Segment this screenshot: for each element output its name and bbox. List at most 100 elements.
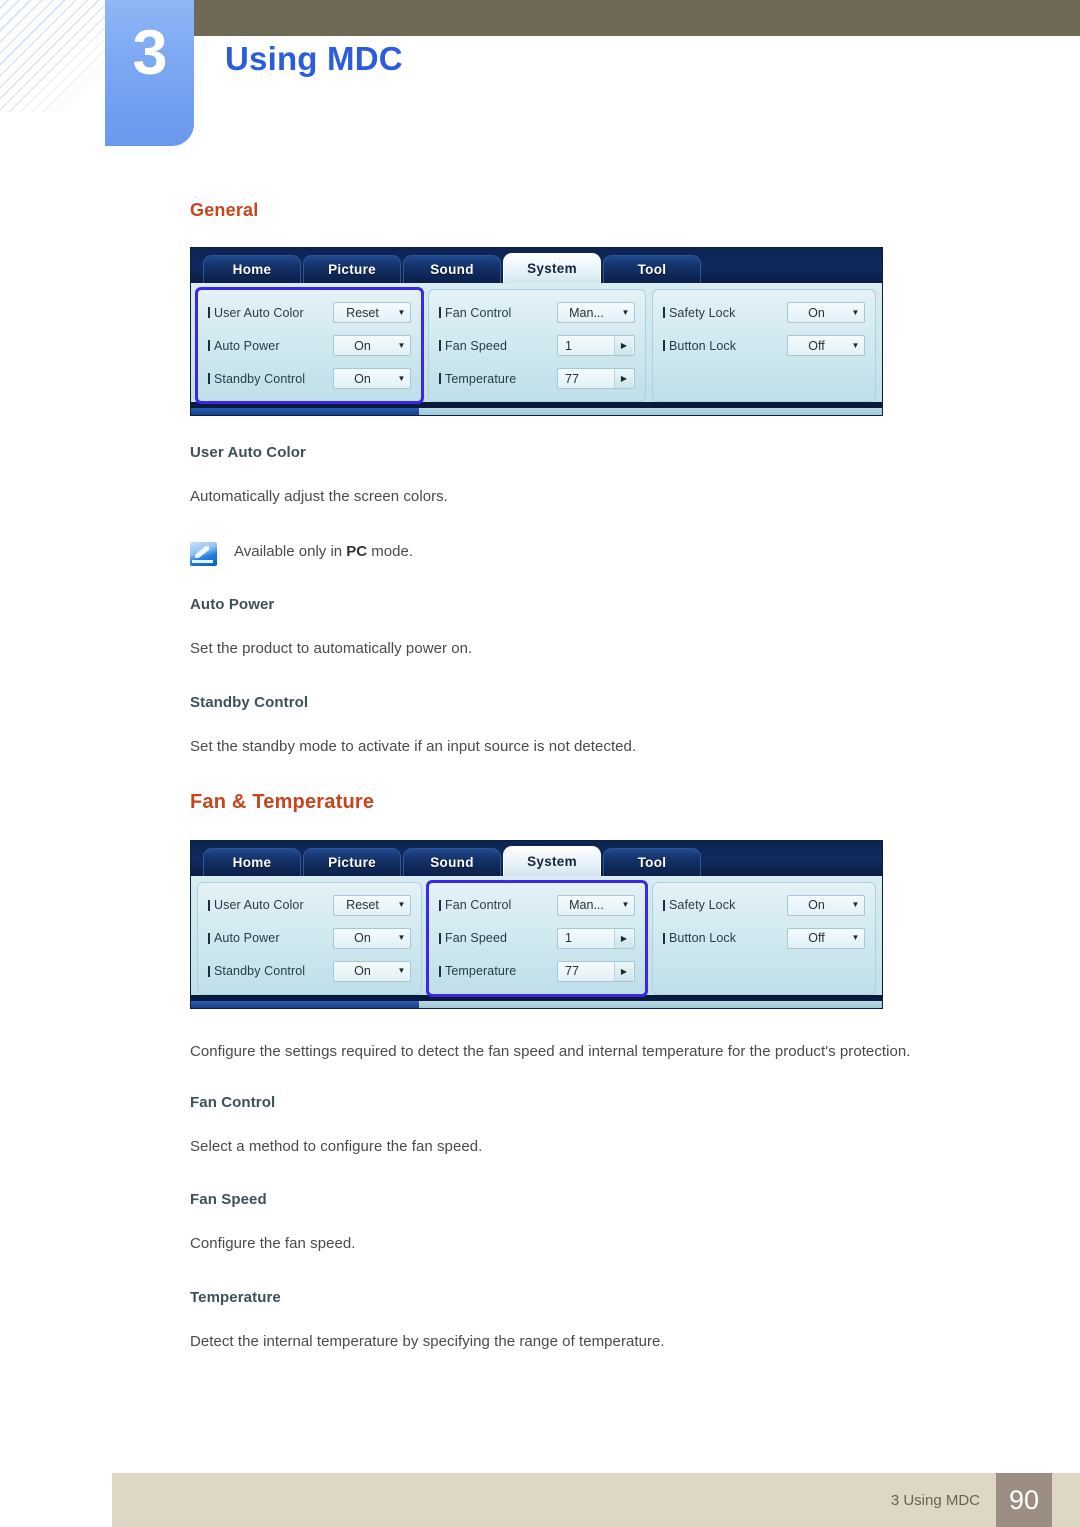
page-title: Using MDC — [225, 40, 403, 77]
bullet-bar-icon — [208, 307, 210, 318]
mdc-group-fan-temperature: Fan Control Man... ▼ Fan Speed 1 ▶ Tempe… — [426, 879, 648, 997]
mdc-dropdown-standby-control[interactable]: On ▼ — [333, 368, 411, 389]
bullet-bar-icon — [208, 340, 210, 351]
mdc-dropdown-standby-control[interactable]: On ▼ — [333, 960, 411, 982]
note-text: Available only in PC mode. — [234, 541, 413, 564]
mdc-dropdown-button-lock[interactable]: Off ▼ — [787, 927, 865, 949]
mdc-tab-picture[interactable]: Picture — [303, 847, 401, 876]
body-fan-control: Select a method to configure the fan spe… — [190, 1138, 483, 1155]
mdc-spinner-fan-speed[interactable]: 1 ▶ — [557, 927, 635, 949]
mdc-row-temperature: Temperature 77 ▶ — [439, 367, 635, 390]
mdc-dropdown-auto-power[interactable]: On ▼ — [333, 335, 411, 356]
mdc-tab-home[interactable]: Home — [203, 847, 301, 876]
mdc-row-safety-lock: Safety Lock On ▼ — [663, 301, 865, 324]
body-fan-speed: Configure the fan speed. — [190, 1235, 356, 1253]
mdc-tab-picture[interactable]: Picture — [303, 255, 401, 283]
body-user-auto-color: Automatically adjust the screen colors. — [190, 488, 448, 505]
body-auto-power: Set the product to automatically power o… — [190, 640, 473, 658]
mdc-label-safety-lock: Safety Lock — [663, 898, 787, 912]
chevron-down-icon: ▼ — [851, 933, 860, 943]
mdc-dropdown-auto-power[interactable]: On ▼ — [333, 927, 411, 949]
subheading-fan-control: Fan Control — [190, 1094, 276, 1111]
mdc-application-screenshot-general: Home Picture Sound System Tool User Auto… — [190, 247, 883, 416]
mdc-status-strip — [191, 408, 882, 415]
mdc-label-button-lock: Button Lock — [663, 339, 787, 353]
mdc-dropdown-safety-lock[interactable]: On ▼ — [787, 894, 865, 916]
mdc-value-fan-control: Man... — [569, 898, 604, 913]
mdc-label-fan-speed: Fan Speed — [439, 931, 557, 945]
mdc-value-auto-power: On — [354, 931, 371, 946]
chevron-down-icon: ▼ — [397, 373, 406, 383]
mdc-dropdown-safety-lock[interactable]: On ▼ — [787, 302, 865, 323]
bullet-bar-icon — [663, 307, 665, 318]
mdc-tab-home[interactable]: Home — [203, 255, 301, 283]
mdc-dropdown-user-auto-color[interactable]: Reset ▼ — [333, 302, 411, 323]
bullet-bar-icon — [439, 340, 441, 351]
body-fan-intro: Configure the settings required to detec… — [190, 1042, 911, 1060]
mdc-dropdown-fan-control[interactable]: Man... ▼ — [557, 894, 635, 916]
mdc-row-standby-control: Standby Control On ▼ — [208, 960, 411, 983]
mdc-tab-bar: Home Picture Sound System Tool — [191, 840, 882, 876]
mdc-tab-sound[interactable]: Sound — [403, 847, 501, 876]
subheading-user-auto-color: User Auto Color — [190, 444, 306, 461]
mdc-status-strip-accent — [191, 1000, 419, 1008]
mdc-spinner-temperature[interactable]: 77 ▶ — [557, 960, 635, 982]
mdc-label-auto-power: Auto Power — [208, 339, 333, 353]
mdc-row-spacer — [663, 367, 865, 390]
mdc-application-screenshot-fan-temperature: Home Picture Sound System Tool User Auto… — [190, 839, 883, 1009]
body-temperature: Detect the internal temperature by speci… — [190, 1332, 665, 1350]
mdc-value-fan-speed: 1 — [565, 931, 572, 946]
chevron-right-icon[interactable]: ▶ — [614, 928, 633, 948]
mdc-tab-sound[interactable]: Sound — [403, 255, 501, 283]
bullet-bar-icon — [439, 373, 441, 384]
footer-page-number: 90 — [996, 1473, 1052, 1527]
mdc-label-fan-speed: Fan Speed — [439, 339, 557, 353]
mdc-label-fan-control: Fan Control — [439, 306, 557, 320]
chevron-down-icon: ▼ — [397, 307, 406, 317]
mdc-row-standby-control: Standby Control On ▼ — [208, 367, 411, 390]
mdc-value-button-lock: Off — [808, 931, 825, 946]
mdc-tab-tool[interactable]: Tool — [603, 847, 701, 876]
mdc-row-user-auto-color: User Auto Color Reset ▼ — [208, 894, 411, 917]
mdc-spinner-temperature[interactable]: 77 ▶ — [557, 368, 635, 389]
chevron-right-icon[interactable]: ▶ — [614, 369, 633, 388]
mdc-row-auto-power: Auto Power On ▼ — [208, 927, 411, 950]
chevron-down-icon: ▼ — [851, 307, 860, 317]
header-bar — [193, 0, 1080, 36]
mdc-label-auto-power: Auto Power — [208, 931, 333, 945]
mdc-tab-tool[interactable]: Tool — [603, 255, 701, 283]
chevron-down-icon: ▼ — [397, 966, 406, 976]
mdc-tab-bar: Home Picture Sound System Tool — [191, 248, 882, 283]
bullet-bar-icon — [208, 899, 210, 911]
mdc-value-fan-control: Man... — [569, 305, 604, 320]
mdc-tab-system[interactable]: System — [503, 845, 601, 876]
mdc-dropdown-button-lock[interactable]: Off ▼ — [787, 335, 865, 356]
section-heading-general: General — [190, 200, 259, 220]
chevron-down-icon: ▼ — [621, 307, 630, 317]
mdc-row-fan-speed: Fan Speed 1 ▶ — [439, 334, 635, 357]
mdc-tab-system[interactable]: System — [503, 253, 601, 283]
mdc-label-safety-lock: Safety Lock — [663, 306, 787, 320]
mdc-row-safety-lock: Safety Lock On ▼ — [663, 894, 865, 917]
mdc-value-auto-power: On — [354, 338, 371, 353]
chevron-down-icon: ▼ — [851, 340, 860, 350]
mdc-label-temperature: Temperature — [439, 964, 557, 978]
mdc-dropdown-fan-control[interactable]: Man... ▼ — [557, 302, 635, 323]
chevron-right-icon[interactable]: ▶ — [614, 961, 633, 981]
mdc-row-spacer — [663, 960, 865, 983]
mdc-label-user-auto-color: User Auto Color — [208, 306, 333, 320]
mdc-value-standby-control: On — [354, 964, 371, 979]
mdc-label-standby-control: Standby Control — [208, 964, 333, 978]
note-emphasis: PC — [346, 543, 368, 561]
mdc-row-auto-power: Auto Power On ▼ — [208, 334, 411, 357]
mdc-dropdown-user-auto-color[interactable]: Reset ▼ — [333, 894, 411, 916]
mdc-spinner-fan-speed[interactable]: 1 ▶ — [557, 335, 635, 356]
mdc-value-user-auto-color: Reset — [346, 305, 379, 320]
section-heading-fan-temperature: Fan & Temperature — [190, 790, 375, 813]
chapter-number: 3 — [132, 18, 167, 88]
chevron-right-icon[interactable]: ▶ — [614, 336, 633, 355]
mdc-value-fan-speed: 1 — [565, 338, 572, 353]
mdc-group-general: User Auto Color Reset ▼ Auto Power On ▼ — [197, 881, 422, 995]
decorative-hatch-pattern — [0, 0, 112, 112]
bullet-bar-icon — [208, 932, 210, 944]
